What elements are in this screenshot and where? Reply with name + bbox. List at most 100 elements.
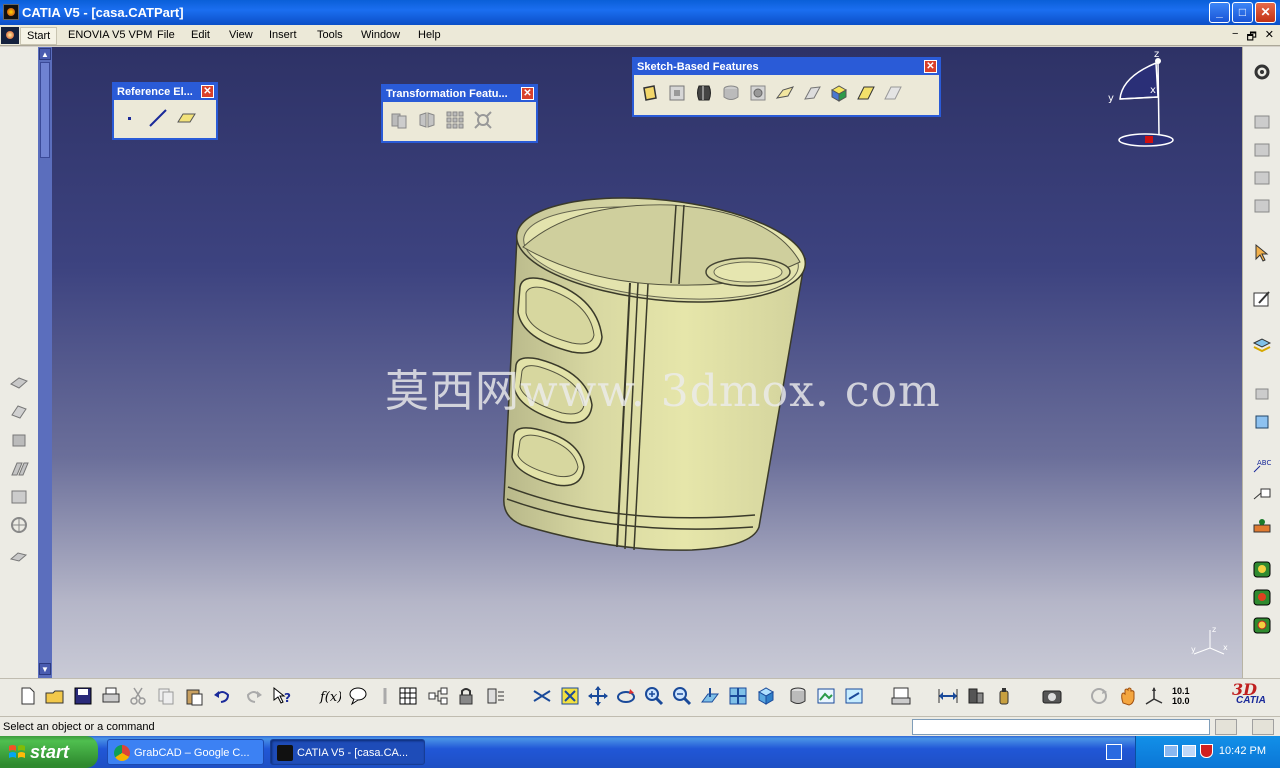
apply-material-icon[interactable] xyxy=(1251,587,1273,607)
sew-surface-icon[interactable] xyxy=(8,487,30,507)
analysis-check-icon[interactable] xyxy=(1251,559,1273,579)
close-button[interactable]: ✕ xyxy=(1255,2,1276,23)
toolbar-header[interactable]: Transformation Featu... ✕ xyxy=(383,86,536,102)
print-icon[interactable] xyxy=(100,685,122,707)
layers-icon[interactable] xyxy=(1251,335,1273,355)
capture-icon[interactable] xyxy=(1041,685,1063,707)
tree-expand-icon[interactable] xyxy=(427,685,449,707)
start-button[interactable]: start xyxy=(0,736,98,768)
volume-icon[interactable] xyxy=(1182,745,1196,757)
catia-app-icon[interactable] xyxy=(3,4,19,20)
3d-annotation-icon[interactable] xyxy=(1251,515,1273,535)
anchor-icon[interactable] xyxy=(1251,411,1273,431)
copy-icon[interactable] xyxy=(155,685,177,707)
constraint-icon[interactable] xyxy=(1251,383,1273,403)
rectangular-pattern-icon[interactable] xyxy=(443,108,467,132)
line-icon[interactable] xyxy=(146,106,170,130)
hide-show-icon[interactable] xyxy=(815,685,837,707)
status-button-1[interactable] xyxy=(1215,719,1237,735)
scaling-icon[interactable] xyxy=(471,108,495,132)
reference-elements-toolbar[interactable]: Reference El... ✕ xyxy=(112,82,218,140)
rib-icon[interactable] xyxy=(773,81,797,105)
doc-close-button[interactable]: ✕ xyxy=(1265,28,1274,47)
lock-icon[interactable] xyxy=(455,685,477,707)
pan-icon[interactable] xyxy=(587,685,609,707)
taskbar-item-catia[interactable]: CATIA V5 - [casa.CA... xyxy=(270,739,425,765)
menu-enovia[interactable]: ENOVIA V5 VPM xyxy=(68,29,152,41)
swap-space-icon[interactable] xyxy=(843,685,865,707)
removed-multi-sections-icon[interactable] xyxy=(881,81,905,105)
sketch-based-features-toolbar[interactable]: Sketch-Based Features ✕ xyxy=(632,57,941,117)
status-button-2[interactable] xyxy=(1252,719,1274,735)
menu-window[interactable]: Window xyxy=(361,29,400,41)
compass-icon[interactable]: z y x xyxy=(1102,49,1182,149)
split-icon[interactable] xyxy=(8,401,30,421)
multi-view-icon[interactable] xyxy=(727,685,749,707)
rotate-icon[interactable] xyxy=(615,685,637,707)
menu-tools[interactable]: Tools xyxy=(317,29,343,41)
scroll-down-icon[interactable]: ▼ xyxy=(39,663,51,675)
doc-restore-button[interactable]: 🗗 xyxy=(1246,28,1256,47)
formula-icon[interactable]: f(x) xyxy=(319,685,342,707)
mass-props-icon[interactable] xyxy=(965,685,987,707)
shading-icon[interactable] xyxy=(787,685,809,707)
output-feature-icon[interactable] xyxy=(1251,168,1273,188)
shaft-icon[interactable] xyxy=(692,81,716,105)
whats-this-icon[interactable]: ? xyxy=(271,685,293,707)
groove-icon[interactable] xyxy=(719,81,743,105)
solid-combine-icon[interactable] xyxy=(8,372,30,392)
target-icon[interactable] xyxy=(8,515,30,535)
apply-material-icon[interactable] xyxy=(8,545,30,565)
translation-icon[interactable] xyxy=(387,108,411,132)
analysis-icon[interactable] xyxy=(890,685,912,707)
document-icon[interactable] xyxy=(1,27,19,44)
text-annotation-icon[interactable]: ABC xyxy=(1251,455,1273,475)
hand-icon[interactable] xyxy=(1117,685,1139,707)
menu-help[interactable]: Help xyxy=(418,29,441,41)
iso-view-icon[interactable] xyxy=(755,685,777,707)
mirror-icon[interactable] xyxy=(415,108,439,132)
pocket-icon[interactable] xyxy=(665,81,689,105)
toolbar-header[interactable]: Sketch-Based Features ✕ xyxy=(634,59,939,75)
measure-icon[interactable] xyxy=(375,685,397,707)
command-input[interactable] xyxy=(912,719,1210,735)
profile-feature-icon[interactable] xyxy=(1251,196,1273,216)
network-icon[interactable] xyxy=(1164,745,1178,757)
multi-sections-solid-icon[interactable] xyxy=(827,81,851,105)
menu-start[interactable]: Start xyxy=(20,27,58,45)
flag-note-icon[interactable] xyxy=(1251,485,1273,505)
menu-insert[interactable]: Insert xyxy=(269,29,297,41)
toolbar-close-button[interactable]: ✕ xyxy=(924,60,937,73)
scroll-thumb[interactable] xyxy=(40,62,50,158)
point-icon[interactable] xyxy=(118,106,142,130)
menu-file[interactable]: File xyxy=(157,29,175,41)
maximize-button[interactable]: □ xyxy=(1232,2,1253,23)
inertia-icon[interactable] xyxy=(993,685,1015,707)
stiffener-icon[interactable] xyxy=(854,81,878,105)
scroll-up-icon[interactable]: ▲ xyxy=(39,48,51,60)
table-icon[interactable] xyxy=(397,685,419,707)
taskbar-item-chrome[interactable]: GrabCAD – Google C... xyxy=(107,739,264,765)
cut-icon[interactable] xyxy=(127,685,149,707)
toolbar-header[interactable]: Reference El... ✕ xyxy=(114,84,216,100)
paste-icon[interactable] xyxy=(183,685,205,707)
sketch-icon[interactable] xyxy=(1251,112,1273,132)
tree-scrollbar[interactable]: ▲ ▼ xyxy=(38,47,52,678)
slot-icon[interactable] xyxy=(800,81,824,105)
refresh-icon[interactable] xyxy=(1088,685,1110,707)
measure-between-icon[interactable] xyxy=(937,685,959,707)
pen-tool-icon[interactable] xyxy=(1106,744,1122,760)
minimize-button[interactable]: _ xyxy=(1209,2,1230,23)
toolbar-close-button[interactable]: ✕ xyxy=(521,87,534,100)
catalog-icon[interactable] xyxy=(485,685,507,707)
axis-icon[interactable] xyxy=(1143,685,1165,707)
gear-icon[interactable] xyxy=(1251,62,1273,82)
redo-icon[interactable] xyxy=(243,685,265,707)
pad-icon[interactable] xyxy=(638,81,662,105)
hole-icon[interactable] xyxy=(746,81,770,105)
zoom-out-icon[interactable] xyxy=(671,685,693,707)
formula-check-icon[interactable] xyxy=(1251,615,1273,635)
sketcher-icon[interactable] xyxy=(1251,289,1273,309)
transformation-features-toolbar[interactable]: Transformation Featu... ✕ xyxy=(381,84,538,143)
save-icon[interactable] xyxy=(72,685,94,707)
